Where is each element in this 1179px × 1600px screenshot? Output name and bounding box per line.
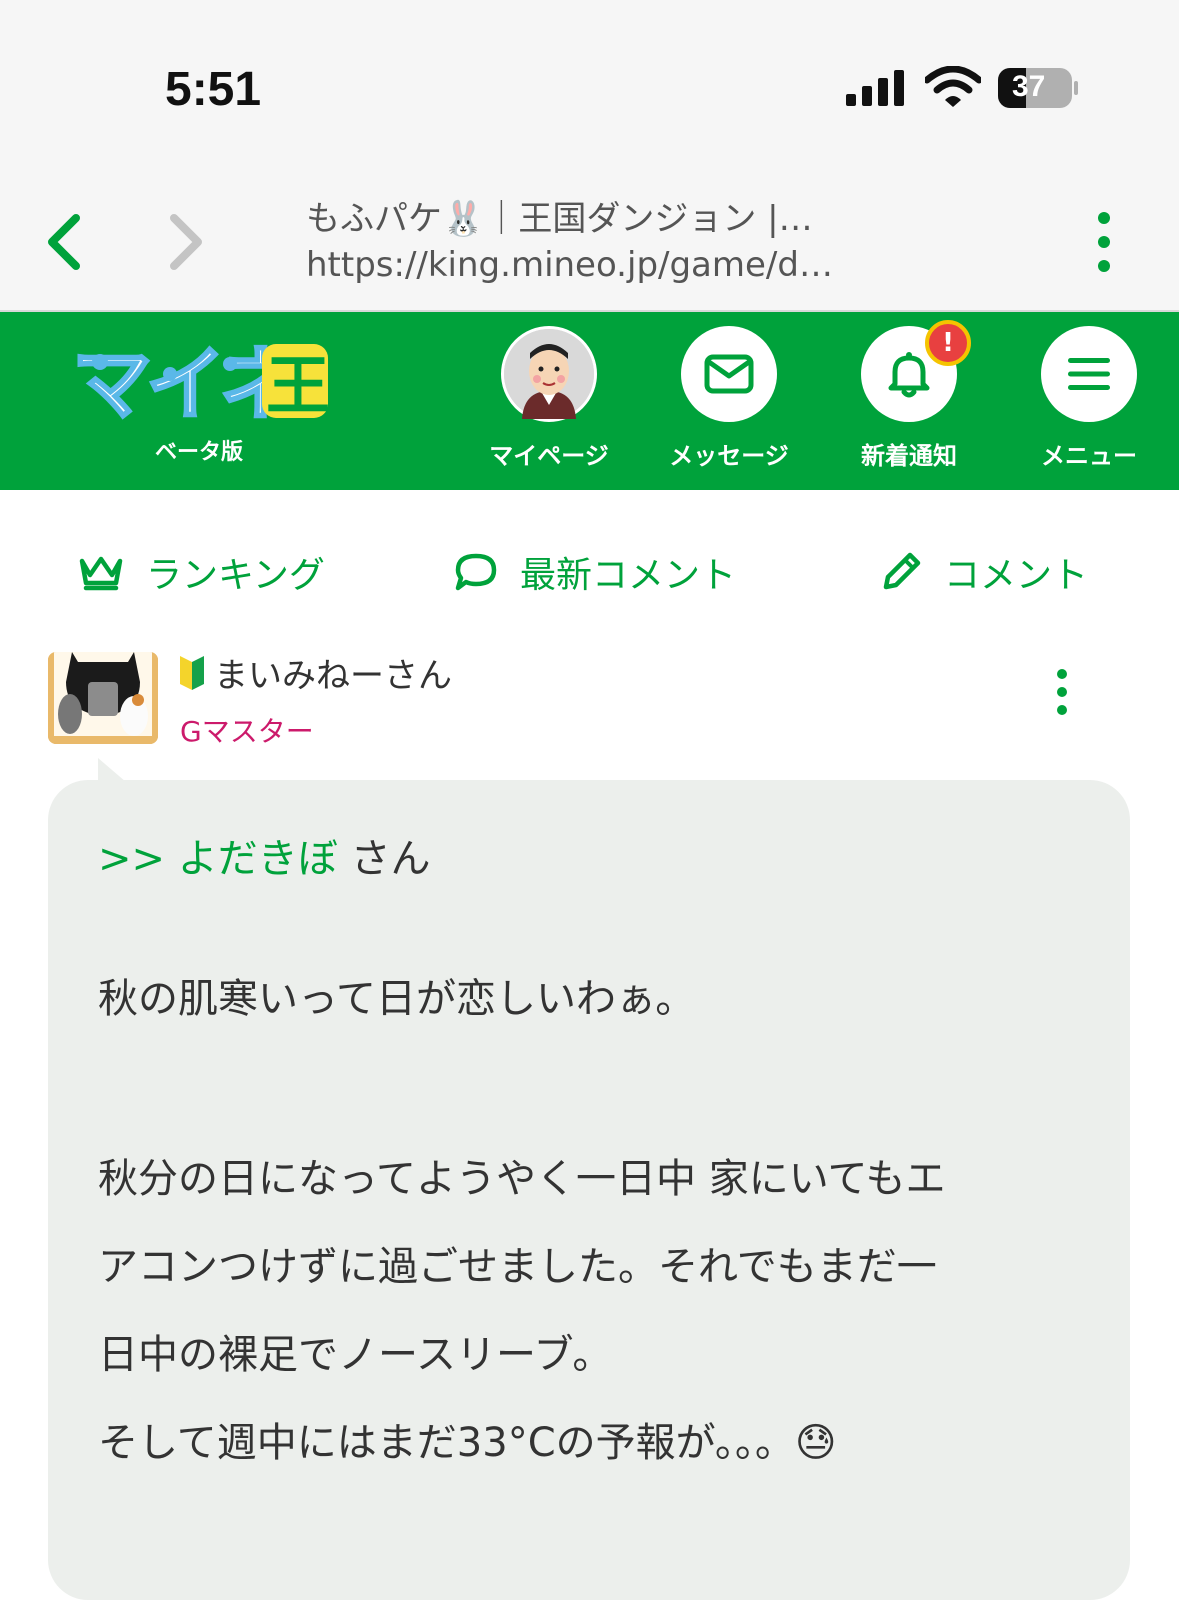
hamburger-menu-icon [1068, 358, 1110, 390]
envelope-icon [704, 354, 754, 394]
nav-mypage-label: マイページ [489, 442, 609, 470]
post-author: まいみねーさん [178, 648, 452, 697]
reply-suffix: さん [350, 836, 431, 882]
ranking-label: ランキング [146, 555, 325, 596]
bell-icon [888, 352, 930, 398]
sub-navigation: ランキング 最新コメント コメント [0, 546, 1179, 606]
notification-badge: ! [925, 320, 971, 366]
beginner-mark-icon [180, 655, 204, 690]
reply-target: >> よだきぼ さん [98, 826, 430, 884]
latest-comments-link[interactable]: 最新コメント [454, 546, 736, 598]
bubble-tail [98, 758, 126, 782]
address-bar[interactable]: もふパケ🐰｜王国ダンジョン |… https://king.mineo.jp/g… [306, 196, 946, 288]
pencil-icon [883, 552, 921, 590]
nav-menu-label: メニュー [1041, 442, 1137, 470]
comment-line: アコンつけずに過ごせました。それでもまだ一 [98, 1244, 937, 1290]
battery-icon: 37 [998, 68, 1078, 108]
status-time: 5:51 [165, 63, 262, 116]
site-logo[interactable]: マイネ 王 [70, 334, 332, 433]
post-author-name[interactable]: まいみねーさん [214, 648, 452, 697]
comment-line: 秋の肌寒いって日が恋しいわぁ。 [98, 976, 696, 1022]
cellular-signal-icon [846, 70, 904, 106]
page-title: もふパケ🐰｜王国ダンジョン |… [306, 199, 813, 239]
comment-link[interactable]: コメント [880, 546, 1088, 598]
site-header: マイネ 王 ベータ版 マイページ メッセージ ! 新着通知 メニュー [0, 312, 1179, 490]
nav-messages-label: メッセージ [669, 442, 789, 470]
post-more-options-icon[interactable] [1046, 668, 1078, 716]
post-author-rank: Gマスター [180, 715, 314, 748]
comment-line: そして週中にはまだ33°Cの予報が。。。😓 [98, 1420, 837, 1466]
svg-text:王: 王 [266, 350, 330, 424]
back-arrow-icon[interactable] [40, 212, 90, 272]
comment-line: 日中の裸足でノースリーブ。 [98, 1332, 613, 1378]
beta-label: ベータ版 [155, 440, 244, 465]
wifi-icon [925, 66, 981, 107]
nav-mypage[interactable]: マイページ [479, 326, 619, 471]
ranking-link[interactable]: ランキング [78, 546, 325, 598]
reply-target-link[interactable]: >> よだきぼ [98, 836, 338, 882]
crown-icon [79, 556, 123, 591]
nav-notifications[interactable]: ! 新着通知 [839, 320, 979, 471]
browser-more-icon[interactable] [1082, 210, 1126, 274]
battery-level: 37 [1012, 70, 1046, 103]
nav-messages[interactable]: メッセージ [659, 326, 799, 471]
speech-bubble-icon [455, 553, 497, 591]
browser-chrome: 5:51 37 もふパケ🐰｜王国ダンジョン |… https://king.mi… [0, 0, 1179, 312]
nav-notifications-label: 新着通知 [861, 442, 957, 470]
comment-line: 秋分の日になってようやく一日中 家にいてもエ [98, 1156, 946, 1202]
user-avatar-icon [501, 326, 597, 422]
comment-label: コメント [944, 555, 1089, 596]
nav-menu[interactable]: メニュー [1019, 326, 1159, 471]
latest-comments-label: 最新コメント [520, 555, 737, 596]
forward-arrow-icon[interactable] [160, 212, 210, 272]
url-text: https://king.mineo.jp/game/d… [306, 245, 833, 285]
post-author-avatar[interactable] [48, 652, 158, 744]
